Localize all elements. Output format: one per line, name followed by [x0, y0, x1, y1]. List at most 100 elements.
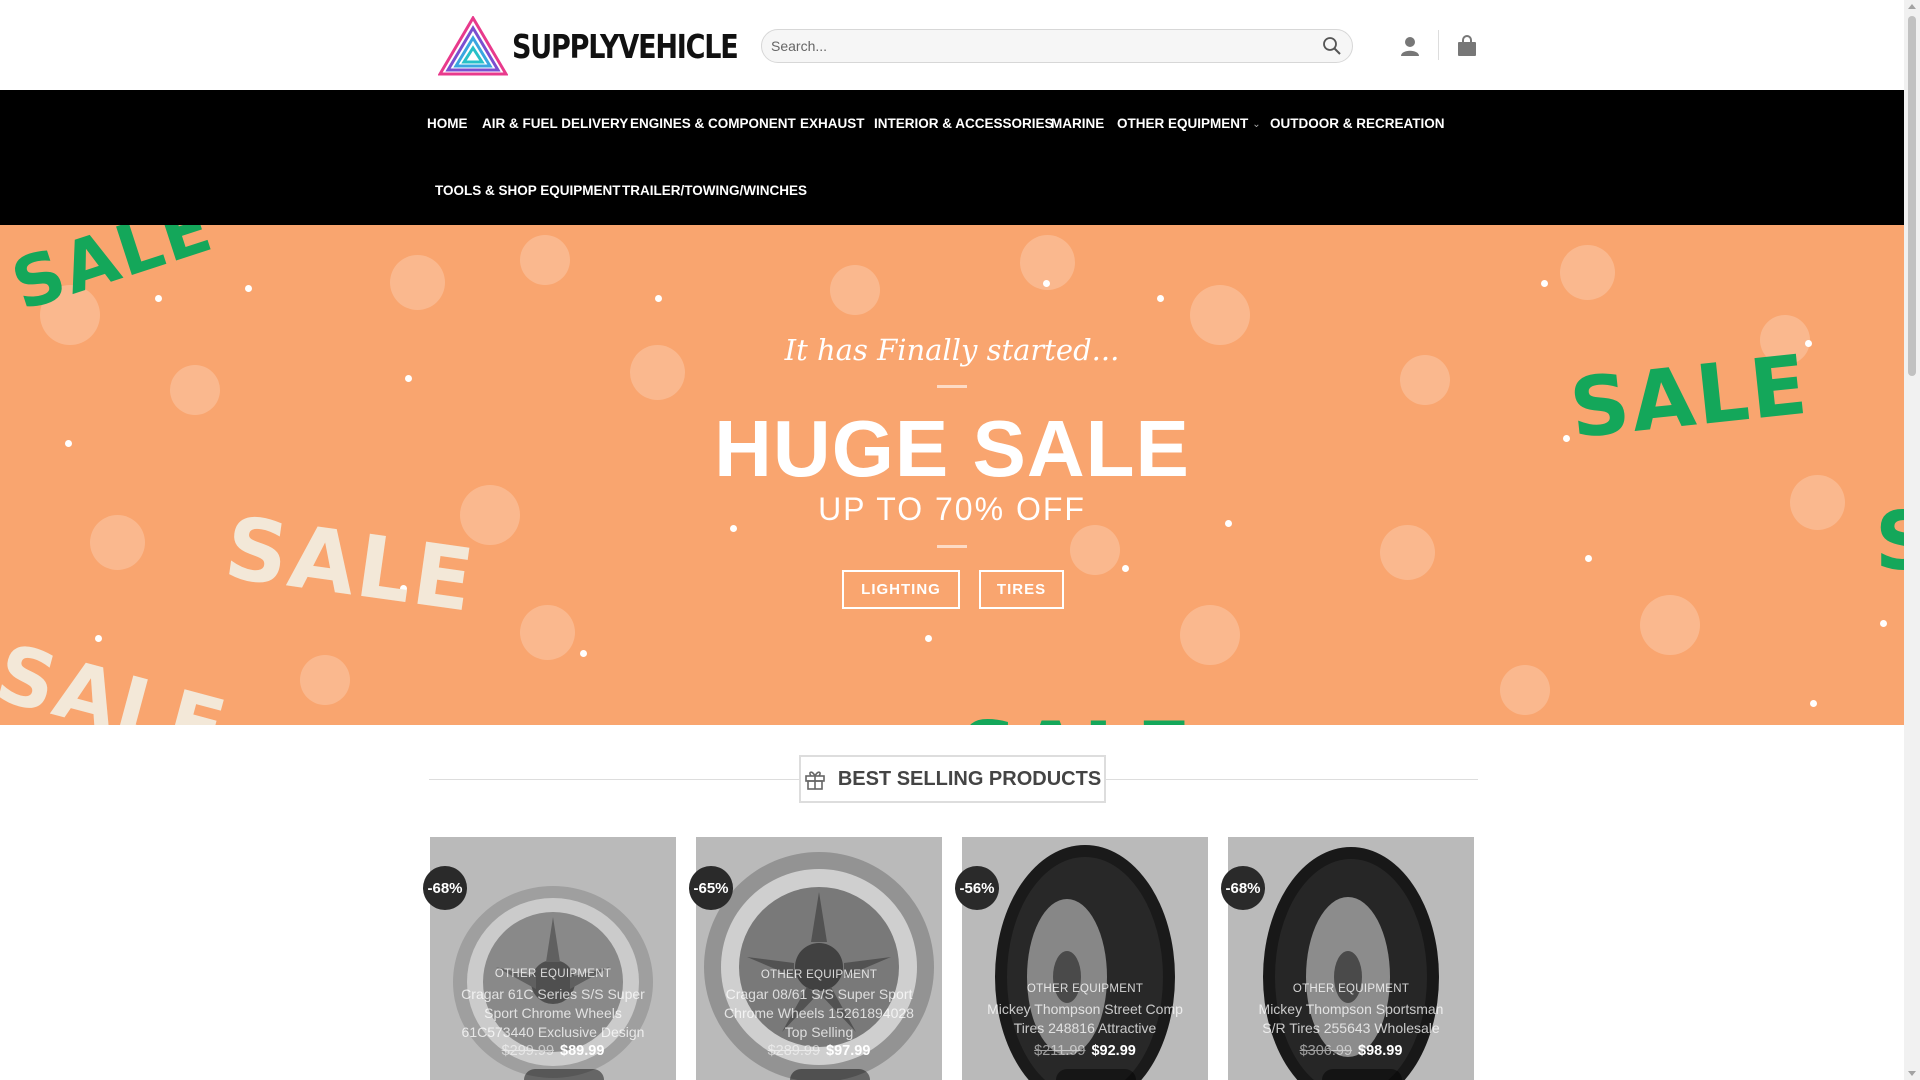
nav-item-air-fuel-delivery[interactable]: AIR & FUEL DELIVERY: [482, 116, 628, 131]
sale-decoration: SALE: [960, 705, 1193, 725]
scrollbar-thumb[interactable]: [1908, 16, 1916, 376]
page-scrollbar[interactable]: [1904, 0, 1920, 1080]
user-account-icon[interactable]: [1399, 35, 1421, 57]
brand-name: SUPPLYVEHICLE: [512, 26, 739, 66]
sale-decoration-text: SALE: [960, 705, 1193, 725]
old-price: $211.99: [1034, 1043, 1086, 1059]
product-card[interactable]: OTHER EQUIPMENT Cragar 61C Series S/S Su…: [430, 837, 676, 1080]
bokeh-dot: [830, 265, 880, 315]
bokeh-dot: [520, 605, 575, 660]
product-price: $306.99 $98.99: [1228, 1043, 1474, 1059]
quick-view-button[interactable]: [790, 1069, 870, 1080]
logo-triangle-icon: [438, 16, 508, 76]
quick-view-button[interactable]: [1322, 1069, 1402, 1080]
sale-decoration-text: SALE: [0, 626, 237, 725]
sparkle-dot: [925, 635, 932, 642]
search-icon[interactable]: [1322, 36, 1342, 56]
nav-item-home[interactable]: HOME: [427, 116, 468, 131]
sparkle-dot: [245, 285, 252, 292]
section-heading: BEST SELLING PRODUCTS: [799, 755, 1106, 803]
sale-price: $97.99: [826, 1043, 871, 1059]
product-name[interactable]: Cragar 61C Series S/S Super Sport Chrome…: [450, 985, 656, 1042]
sparkle-dot: [580, 650, 587, 657]
bokeh-dot: [1560, 245, 1615, 300]
product-actions: [1022, 1067, 1152, 1080]
nav-item-marine[interactable]: MARINE: [1051, 116, 1104, 131]
nav-item-outdoor-recreation[interactable]: OUTDOOR & RECREATION: [1270, 116, 1445, 131]
hero-title: HUGE SALE: [714, 404, 1190, 493]
scroll-down-arrow-icon[interactable]: [1908, 1071, 1916, 1076]
section-divider-left: [429, 779, 799, 780]
bokeh-dot: [1070, 525, 1120, 575]
sparkle-dot: [1585, 555, 1592, 562]
product-actions: [1288, 1067, 1418, 1080]
bokeh-dot: [1640, 595, 1700, 655]
sparkle-dot: [1541, 280, 1548, 287]
section-title: BEST SELLING PRODUCTS: [837, 767, 1102, 790]
gift-icon: [805, 771, 825, 790]
quick-view-button[interactable]: [524, 1069, 604, 1080]
product-card[interactable]: OTHER EQUIPMENT Mickey Thompson Street C…: [962, 837, 1208, 1080]
discount-badge: -56%: [955, 866, 999, 910]
nav-item-other-equipment[interactable]: OTHER EQUIPMENT ⌄: [1117, 116, 1261, 131]
discount-badge: -65%: [689, 866, 733, 910]
product-category: OTHER EQUIPMENT: [1026, 983, 1144, 995]
nav-item-exhaust[interactable]: EXHAUST: [800, 116, 865, 131]
page: SUPPLYVEHICLE HOME AIR & FUEL DELIVERY E…: [0, 0, 1904, 1080]
quick-view-button[interactable]: [1056, 1069, 1136, 1080]
bokeh-dot: [1180, 605, 1240, 665]
sparkle-dot: [655, 295, 662, 302]
bokeh-dot: [1380, 525, 1435, 580]
bokeh-dot: [1500, 665, 1550, 715]
nav-item-interior-accessories[interactable]: INTERIOR & ACCESSORIES: [874, 116, 1054, 131]
hero-divider: [937, 545, 967, 548]
scroll-up-arrow-icon[interactable]: [1908, 4, 1916, 9]
sale-decoration-text: SALE: [2, 225, 223, 327]
nav-item-engines-component[interactable]: ENGINES & COMPONENT: [630, 116, 796, 131]
sale-decoration: SALE: [2, 225, 222, 327]
nav-item-other-equipment-label: OTHER EQUIPMENT: [1117, 116, 1249, 131]
nav-item-trailer-towing-winches[interactable]: TRAILER/TOWING/WINCHES: [622, 183, 807, 198]
product-category: OTHER EQUIPMENT: [1292, 983, 1410, 995]
bokeh-dot: [390, 255, 445, 310]
product-name[interactable]: Mickey Thompson Sportsman S/R Tires 2556…: [1248, 1000, 1454, 1038]
sparkle-dot: [1880, 620, 1887, 627]
sparkle-dot: [405, 375, 412, 382]
search-input[interactable]: [771, 30, 1291, 62]
logo[interactable]: SUPPLYVEHICLE: [438, 16, 787, 76]
discount-badge: -68%: [423, 866, 467, 910]
lighting-button[interactable]: LIGHTING: [842, 570, 960, 609]
product-card[interactable]: OTHER EQUIPMENT Mickey Thompson Sportsma…: [1228, 837, 1474, 1080]
old-price: $306.99: [1299, 1043, 1353, 1059]
chevron-down-icon: ⌄: [1252, 119, 1261, 130]
discount-badge: -68%: [1221, 866, 1265, 910]
hero-offer: UP TO 70% OFF: [818, 491, 1086, 527]
product-name[interactable]: Mickey Thompson Street Comp Tires 248816…: [982, 1000, 1188, 1038]
old-price: $289.99: [767, 1043, 821, 1059]
product-price: $299.99 $89.99: [430, 1043, 676, 1059]
header: SUPPLYVEHICLE: [0, 0, 1904, 90]
main-navigation: HOME AIR & FUEL DELIVERY ENGINES & COMPO…: [0, 90, 1904, 225]
shopping-bag-icon[interactable]: [1455, 34, 1479, 58]
hero-banner: SALE SALE SALE SALE SALE SALE It has Fin…: [0, 225, 1904, 725]
product-card[interactable]: OTHER EQUIPMENT Cragar 08/61 S/S Super S…: [696, 837, 942, 1080]
sale-price: $89.99: [560, 1043, 605, 1059]
sparkle-dot: [1157, 295, 1164, 302]
sparkle-dot: [1043, 280, 1050, 287]
section-divider-right: [1106, 779, 1478, 780]
tires-button[interactable]: TIRES: [979, 570, 1064, 609]
product-price: $289.99 $97.99: [696, 1043, 942, 1059]
nav-item-tools-shop-equipment[interactable]: TOOLS & SHOP EQUIPMENT: [435, 183, 621, 198]
product-name[interactable]: Cragar 08/61 S/S Super Sport Chrome Whee…: [716, 985, 922, 1042]
product-actions: [490, 1067, 620, 1080]
sparkle-dot: [1122, 565, 1129, 572]
sparkle-dot: [1810, 700, 1817, 707]
product-price: $211.99 $92.99: [962, 1043, 1208, 1059]
header-divider: [1438, 30, 1439, 60]
bokeh-dot: [300, 655, 350, 705]
sale-decoration: SALE: [0, 626, 236, 725]
product-category: OTHER EQUIPMENT: [760, 969, 878, 981]
search-bar: [761, 29, 1353, 63]
sparkle-dot: [95, 635, 102, 642]
sparkle-dot: [155, 295, 162, 302]
